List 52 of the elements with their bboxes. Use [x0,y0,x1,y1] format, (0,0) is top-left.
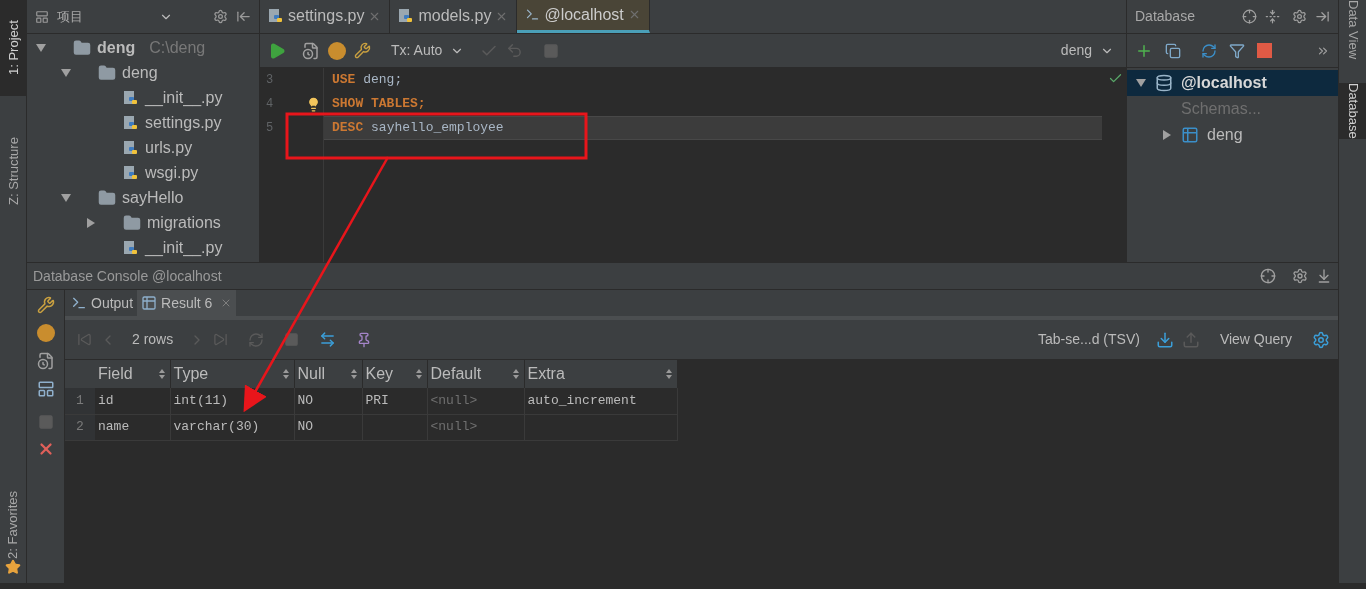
table-cell: NO [294,388,362,414]
transaction-mode-dropdown[interactable]: Tx: Auto [391,40,465,61]
tree-item[interactable]: sayHello [122,185,184,210]
database-tree-row[interactable]: deng [1127,122,1338,148]
tree-item[interactable]: migrations [147,210,221,235]
table-cell: id [95,388,170,414]
tree-item[interactable]: wsgi.py [145,160,199,185]
line-number: 4 [266,96,274,113]
tree-item[interactable]: deng [97,35,136,60]
column-header[interactable]: Extra [524,360,677,388]
tool-window-tab[interactable]: Data View [1339,0,1366,59]
table-cell: int(11) [170,388,294,414]
column-header[interactable]: Key [362,360,427,388]
column-header[interactable]: Field [95,360,170,388]
schema-dropdown[interactable]: deng [1060,40,1114,61]
tool-window-tab[interactable]: 2: Favorites [0,491,31,559]
console-title: Database Console @localhost [33,266,222,286]
line-number: 3 [266,72,274,89]
editor-tab[interactable]: @localhost [517,0,650,33]
code-line: SHOW TABLES; [331,95,427,114]
table-cell: auto_increment [524,388,677,414]
view-query-button[interactable]: View Query [1219,329,1292,350]
tree-item[interactable]: __init__.py [145,235,223,260]
row-number: 1 [65,388,95,414]
path-label: C:\deng [149,37,206,58]
tool-window-tab[interactable]: Z: Structure [0,116,27,226]
column-header[interactable]: Null [294,360,362,388]
editor-tab[interactable]: settings.py [260,0,391,33]
table-cell: NO [294,414,362,440]
panel-title: Database [1135,7,1195,26]
row-number: 2 [65,414,95,440]
column-header[interactable]: Type [170,360,294,388]
tool-window-tab[interactable]: 1: Project [0,0,27,96]
line-number: 5 [266,120,274,137]
database-tree-row[interactable]: @localhost [1127,70,1338,96]
console-tab[interactable]: Output [67,290,138,316]
tree-item[interactable]: deng [122,60,158,85]
table-cell: varchar(30) [170,414,294,440]
tool-window-tab[interactable]: Database [1339,83,1366,139]
tree-item[interactable]: __init__.py [145,85,223,110]
code-line: USE deng; [331,71,404,90]
export-format-dropdown[interactable]: Tab-se...d (TSV) [1037,329,1140,350]
console-tab[interactable]: Result 6 [137,290,237,316]
row-count: 2 rows [132,330,174,349]
table-cell: <null> [427,414,524,440]
table-cell: PRI [362,388,427,414]
tree-item[interactable]: urls.py [145,135,193,160]
table-cell: name [95,414,170,440]
column-header[interactable]: Default [427,360,524,388]
tree-item[interactable]: settings.py [145,110,222,135]
table-cell: <null> [427,388,524,414]
panel-title: 项目 [57,7,83,26]
